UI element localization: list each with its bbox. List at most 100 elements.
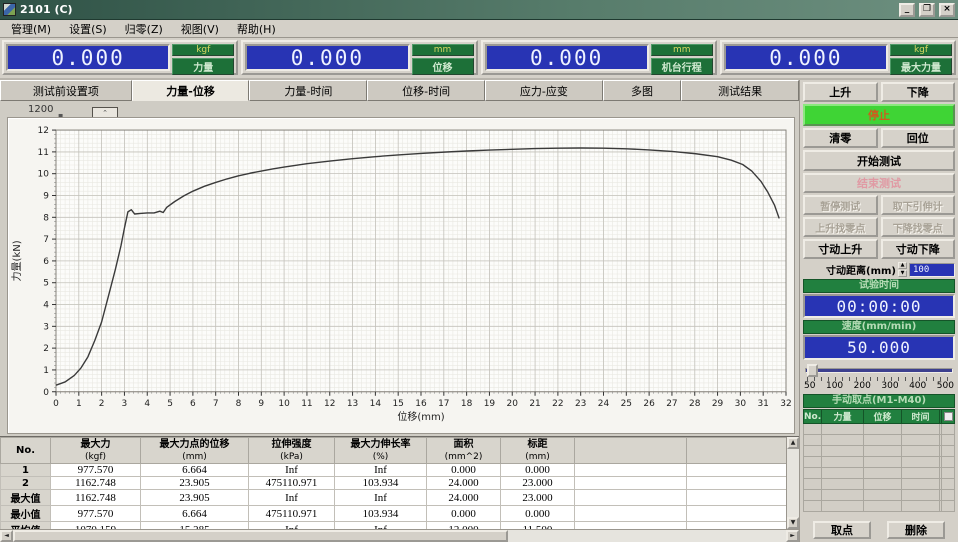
scroll-right-icon[interactable]: ► bbox=[786, 530, 799, 542]
svg-text:22: 22 bbox=[552, 399, 563, 409]
col-header bbox=[575, 438, 687, 464]
test-time-header: 试验时间 bbox=[803, 279, 955, 293]
value-cell bbox=[575, 490, 687, 506]
value-cell: 6.664 bbox=[141, 506, 249, 522]
manual-points-row[interactable] bbox=[804, 424, 955, 435]
display-force-value: 0.000 bbox=[6, 44, 170, 71]
menu-settings[interactable]: 设置(S) bbox=[60, 19, 116, 39]
manual-points-row[interactable] bbox=[804, 490, 955, 501]
svg-text:29: 29 bbox=[712, 399, 724, 409]
maximize-button[interactable]: ❐ bbox=[919, 3, 935, 17]
svg-text:4: 4 bbox=[43, 301, 49, 311]
value-cell bbox=[687, 522, 787, 530]
speed-tick-label: 50 bbox=[804, 381, 815, 393]
jog-down-button[interactable]: 寸动下降 bbox=[881, 239, 956, 259]
hscroll-thumb[interactable] bbox=[13, 530, 508, 542]
remove-extensometer-button[interactable]: 取下引伸计 bbox=[881, 195, 956, 215]
value-cell: 103.934 bbox=[335, 506, 427, 522]
svg-text:7: 7 bbox=[213, 399, 219, 409]
return-home-button[interactable]: 回位 bbox=[881, 128, 956, 148]
results-horizontal-scrollbar[interactable]: ◄ ► bbox=[0, 529, 799, 542]
manual-col-header: No. bbox=[804, 410, 822, 424]
clear-zero-button[interactable]: 清零 bbox=[803, 128, 878, 148]
svg-text:23: 23 bbox=[575, 399, 587, 409]
col-header: 标距(mm) bbox=[501, 438, 575, 464]
manual-scroll-icon[interactable] bbox=[944, 412, 953, 421]
table-row[interactable]: 21162.74823.905475110.971103.93424.00023… bbox=[1, 477, 787, 490]
manual-points-row[interactable] bbox=[804, 468, 955, 479]
display-displacement-unit: mm bbox=[412, 44, 474, 56]
table-row[interactable]: 最小值977.5706.664475110.971103.9340.0000.0… bbox=[1, 506, 787, 522]
speed-slider-thumb[interactable] bbox=[807, 364, 818, 377]
manual-col-header: 位移 bbox=[864, 410, 902, 424]
stop-status-button[interactable]: 停止 bbox=[803, 104, 955, 126]
svg-text:9: 9 bbox=[258, 399, 264, 409]
menu-help[interactable]: 帮助(H) bbox=[228, 19, 285, 39]
tab-force-displacement[interactable]: 力量-位移 bbox=[132, 80, 250, 101]
display-force-label: 力量 bbox=[172, 58, 234, 75]
table-row[interactable]: 最大值1162.74823.905InfInf24.00023.000 bbox=[1, 490, 787, 506]
svg-text:32: 32 bbox=[780, 399, 791, 409]
results-vertical-scrollbar[interactable]: ▲ ▼ bbox=[786, 437, 799, 529]
close-button[interactable]: × bbox=[939, 3, 955, 17]
start-test-button[interactable]: 开始测试 bbox=[803, 150, 955, 171]
tab-force-time[interactable]: 力量-时间 bbox=[249, 80, 367, 101]
display-force: 0.000kgf力量 bbox=[2, 40, 238, 75]
scroll-down-icon[interactable]: ▼ bbox=[787, 517, 799, 529]
display-row: 0.000kgf力量0.000mm位移0.000mm机台行程0.000kgf最大… bbox=[0, 38, 958, 80]
svg-text:19: 19 bbox=[484, 399, 496, 409]
value-cell: Inf bbox=[335, 464, 427, 477]
results-table: No.最大力(kgf)最大力点的位移(mm)拉伸强度(kPa)最大力伸长率(%)… bbox=[0, 437, 786, 529]
manual-points-header: 手动取点(M1-M40) bbox=[803, 394, 955, 408]
manual-points-row[interactable] bbox=[804, 479, 955, 490]
svg-text:12: 12 bbox=[38, 126, 49, 136]
spin-down-icon[interactable]: ▼ bbox=[898, 270, 907, 277]
minimize-button[interactable]: _ bbox=[899, 3, 915, 17]
manual-table-scroll[interactable] bbox=[942, 410, 955, 424]
menu-management[interactable]: 管理(M) bbox=[2, 19, 60, 39]
jog-distance-field[interactable]: 100 bbox=[909, 263, 955, 277]
col-header: 最大力(kgf) bbox=[51, 438, 141, 464]
value-cell: 0.000 bbox=[501, 464, 575, 477]
up-find-zero-button[interactable]: 上升找零点 bbox=[803, 217, 878, 237]
scroll-left-icon[interactable]: ◄ bbox=[0, 530, 13, 542]
end-test-button[interactable]: 结束测试 bbox=[803, 173, 955, 193]
up-button[interactable]: 上升 bbox=[803, 82, 878, 102]
row-label-cell: 最大值 bbox=[1, 490, 51, 506]
scroll-up-icon[interactable]: ▲ bbox=[787, 437, 799, 449]
delete-point-button[interactable]: 删除 bbox=[887, 521, 945, 539]
take-point-button[interactable]: 取点 bbox=[813, 521, 871, 539]
svg-text:5: 5 bbox=[43, 279, 49, 289]
jog-distance-stepper[interactable]: ▲ ▼ bbox=[898, 262, 907, 277]
manual-points-row[interactable] bbox=[804, 435, 955, 446]
table-row[interactable]: 平均值1070.15915.285InfInf12.00011.500 bbox=[1, 522, 787, 530]
value-cell bbox=[575, 477, 687, 490]
value-cell: 0.000 bbox=[501, 506, 575, 522]
results-table-region: No.最大力(kgf)最大力点的位移(mm)拉伸强度(kPa)最大力伸长率(%)… bbox=[0, 436, 799, 529]
jog-distance-label: 寸动距离(mm) bbox=[803, 262, 896, 277]
menu-zero[interactable]: 归零(Z) bbox=[116, 19, 172, 39]
manual-points-row[interactable] bbox=[804, 446, 955, 457]
menu-view[interactable]: 视图(V) bbox=[172, 19, 228, 39]
manual-points-row[interactable] bbox=[804, 457, 955, 468]
tab-multi-chart[interactable]: 多图 bbox=[603, 80, 681, 101]
table-row[interactable]: 1977.5706.664InfInf0.0000.000 bbox=[1, 464, 787, 477]
display-displacement-label: 位移 bbox=[412, 58, 474, 75]
tab-displacement-time[interactable]: 位移-时间 bbox=[367, 80, 485, 101]
spin-up-icon[interactable]: ▲ bbox=[898, 262, 907, 269]
svg-text:31: 31 bbox=[757, 399, 768, 409]
jog-up-button[interactable]: 寸动上升 bbox=[803, 239, 878, 259]
pause-test-button[interactable]: 暂停测试 bbox=[803, 195, 878, 215]
tab-pre-test-setup[interactable]: 测试前设置项 bbox=[0, 80, 132, 101]
svg-text:13: 13 bbox=[347, 399, 359, 409]
svg-text:26: 26 bbox=[643, 399, 655, 409]
down-find-zero-button[interactable]: 下降找零点 bbox=[881, 217, 956, 237]
svg-text:4: 4 bbox=[144, 399, 150, 409]
value-cell: 6.664 bbox=[141, 464, 249, 477]
speed-slider[interactable] bbox=[805, 363, 953, 377]
tab-stress-strain[interactable]: 应力-应变 bbox=[485, 80, 603, 101]
tab-test-results[interactable]: 测试结果 bbox=[681, 80, 799, 101]
value-cell bbox=[687, 477, 787, 490]
manual-points-row[interactable] bbox=[804, 501, 955, 512]
down-button[interactable]: 下降 bbox=[881, 82, 956, 102]
